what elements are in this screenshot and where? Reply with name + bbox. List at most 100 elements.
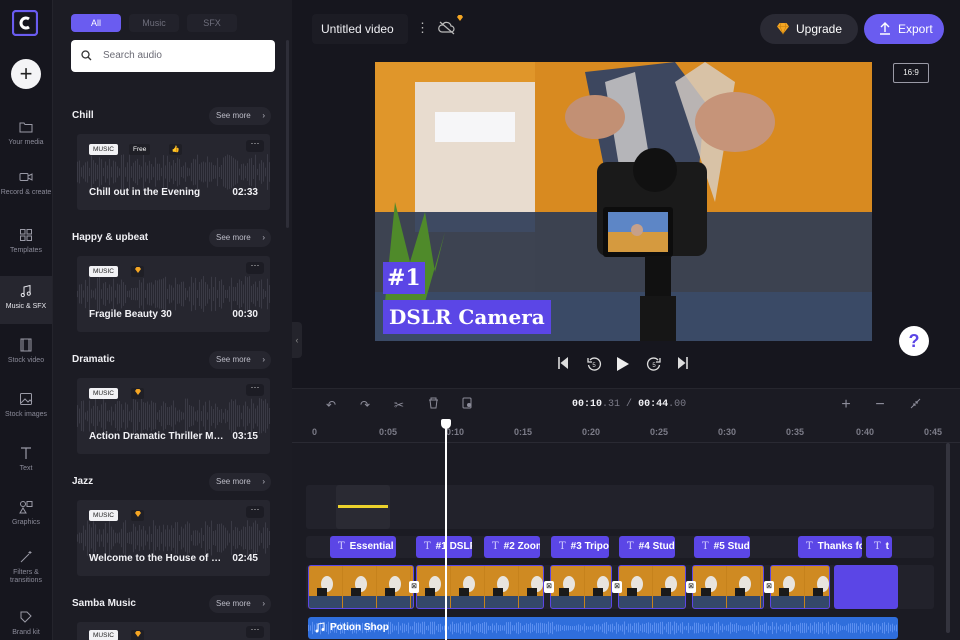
time-total: 00:44 (638, 399, 669, 410)
track-card-dramatic[interactable]: MUSIC ··· Action Dramatic Thriller Music… (77, 378, 270, 454)
more-options-button[interactable]: ··· (246, 625, 264, 638)
project-title-field[interactable]: Untitled video (312, 14, 408, 44)
video-clip[interactable] (618, 565, 686, 609)
fit-timeline-icon[interactable] (904, 395, 926, 415)
rail-item-text[interactable]: Text (0, 446, 52, 480)
video-preview[interactable]: #1 DSLR Camera (375, 62, 872, 341)
add-media-button[interactable]: + (11, 59, 41, 89)
track-name: Action Dramatic Thriller Music (89, 431, 225, 442)
upgrade-button[interactable]: Upgrade (760, 14, 858, 44)
rail-item-stock-images[interactable]: Stock images (0, 392, 52, 426)
detach-audio-icon[interactable] (456, 395, 478, 415)
text-clip[interactable]: T #2 Zoom (484, 536, 540, 558)
search-input[interactable]: Search audio (103, 50, 162, 61)
timeline-ruler[interactable]: 0 0:05 0:10 0:15 0:20 0:25 0:30 0:35 0:4… (292, 421, 960, 443)
rail-item-music-sfx[interactable]: Music & SFX (0, 276, 52, 324)
see-more-jazz-button[interactable]: See more › (209, 473, 271, 491)
end-card-clip[interactable] (834, 565, 898, 609)
see-more-dramatic-button[interactable]: See more › (209, 351, 271, 369)
text-clip[interactable]: Tt (866, 536, 892, 558)
chevron-right-icon: › (262, 355, 265, 364)
skip-forward-icon[interactable] (677, 356, 689, 375)
see-more-chill-button[interactable]: See more › (209, 107, 271, 125)
timeline-scrollbar[interactable] (946, 443, 950, 633)
video-clip[interactable] (550, 565, 612, 609)
image-icon (20, 393, 33, 405)
more-options-button[interactable]: ··· (246, 383, 264, 396)
search-audio-field[interactable]: Search audio (71, 40, 275, 72)
time-total-frac: .00 (668, 399, 687, 410)
empty-clip[interactable] (336, 485, 390, 529)
video-clip[interactable] (692, 565, 764, 609)
filter-all[interactable]: All (71, 14, 121, 32)
rail-item-brand-kit[interactable]: Brand kit (0, 610, 52, 640)
caption-number: #1 (383, 262, 425, 294)
text-clip[interactable]: T Thanks for (798, 536, 862, 558)
ruler-tick: 0:30 (718, 427, 737, 437)
transition-icon[interactable]: ⊠ (409, 581, 419, 593)
zoom-in-icon[interactable]: + (835, 395, 857, 415)
video-clip[interactable] (416, 565, 544, 609)
rail-item-your-media[interactable]: Your media (0, 120, 52, 154)
more-options-button[interactable]: ··· (246, 505, 264, 518)
empty-track-lane (306, 485, 934, 529)
more-options-button[interactable]: ··· (246, 261, 264, 274)
track-card-samba[interactable]: MUSIC ··· (77, 622, 270, 640)
playhead[interactable] (445, 419, 447, 640)
cloud-off-icon[interactable] (438, 20, 456, 36)
shapes-icon (19, 501, 33, 514)
transition-icon[interactable]: ⊠ (686, 581, 696, 593)
chevron-right-icon: › (262, 599, 265, 608)
transition-icon[interactable]: ⊠ (764, 581, 774, 593)
panel-scrollbar[interactable] (286, 40, 289, 228)
playhead-handle[interactable] (441, 419, 451, 429)
rail-item-templates[interactable]: Templates (0, 228, 52, 262)
audio-clip[interactable]: Potion Shop (308, 617, 898, 639)
trash-icon[interactable] (422, 395, 444, 415)
redo-icon[interactable]: ↷ (354, 395, 376, 415)
rail-item-stock-video[interactable]: Stock video (0, 338, 52, 372)
zoom-out-icon[interactable]: − (869, 395, 891, 415)
project-menu-icon[interactable]: ⋮ (416, 20, 429, 36)
time-current: 00:10 (572, 399, 603, 410)
transition-icon[interactable]: ⊠ (544, 581, 554, 593)
export-button[interactable]: Export (864, 14, 944, 44)
text-clip[interactable]: T #1 DSLR (416, 536, 472, 558)
filter-chips: All Music SFX (71, 14, 237, 32)
rail-item-graphics[interactable]: Graphics (0, 500, 52, 534)
more-options-button[interactable]: ··· (246, 139, 264, 152)
text-clip[interactable]: T #5 Studio (694, 536, 750, 558)
aspect-ratio-button[interactable]: 16:9 (893, 63, 929, 83)
track-card-jazz[interactable]: MUSIC ··· Welcome to the House of Jazz 0… (77, 500, 270, 576)
wand-icon (20, 551, 32, 563)
rail-item-record-create[interactable]: Record & create (0, 170, 52, 210)
see-more-samba-button[interactable]: See more › (209, 595, 271, 613)
rewind-5-icon[interactable]: 5 (586, 356, 602, 377)
undo-icon[interactable]: ↶ (320, 395, 342, 415)
text-clip[interactable]: T #4 Studio (619, 536, 675, 558)
skip-back-icon[interactable] (557, 356, 569, 375)
rail-item-filters-transitions[interactable]: Filters & transitions (0, 550, 52, 590)
video-clip[interactable] (308, 565, 414, 609)
text-clip[interactable]: T Essential (330, 536, 396, 558)
clip-thumbnails (309, 566, 413, 608)
forward-5-icon[interactable]: 5 (646, 356, 662, 377)
track-card-chill[interactable]: MUSIC Free 👍 ··· Chill out in the Evenin… (77, 134, 270, 210)
premium-gem-icon (457, 15, 463, 21)
see-more-label: See more (216, 599, 251, 608)
text-clip[interactable]: T #3 Tripod (551, 536, 609, 558)
track-card-happy[interactable]: MUSIC ··· Fragile Beauty 30 00:30 (77, 256, 270, 332)
time-current-frac: .31 (602, 399, 621, 410)
section-title-dramatic: Dramatic (72, 354, 115, 365)
filter-music[interactable]: Music (129, 14, 179, 32)
scissors-icon[interactable]: ✂ (388, 395, 410, 415)
clipchamp-logo[interactable] (12, 10, 38, 36)
see-more-happy-button[interactable]: See more › (209, 229, 271, 247)
play-icon[interactable] (616, 356, 630, 377)
help-button[interactable]: ? (899, 326, 929, 356)
filter-sfx[interactable]: SFX (187, 14, 237, 32)
collapse-panel-button[interactable]: ‹ (292, 322, 302, 358)
video-clip[interactable] (770, 565, 830, 609)
rail-label: Templates (10, 247, 42, 254)
transition-icon[interactable]: ⊠ (612, 581, 622, 593)
